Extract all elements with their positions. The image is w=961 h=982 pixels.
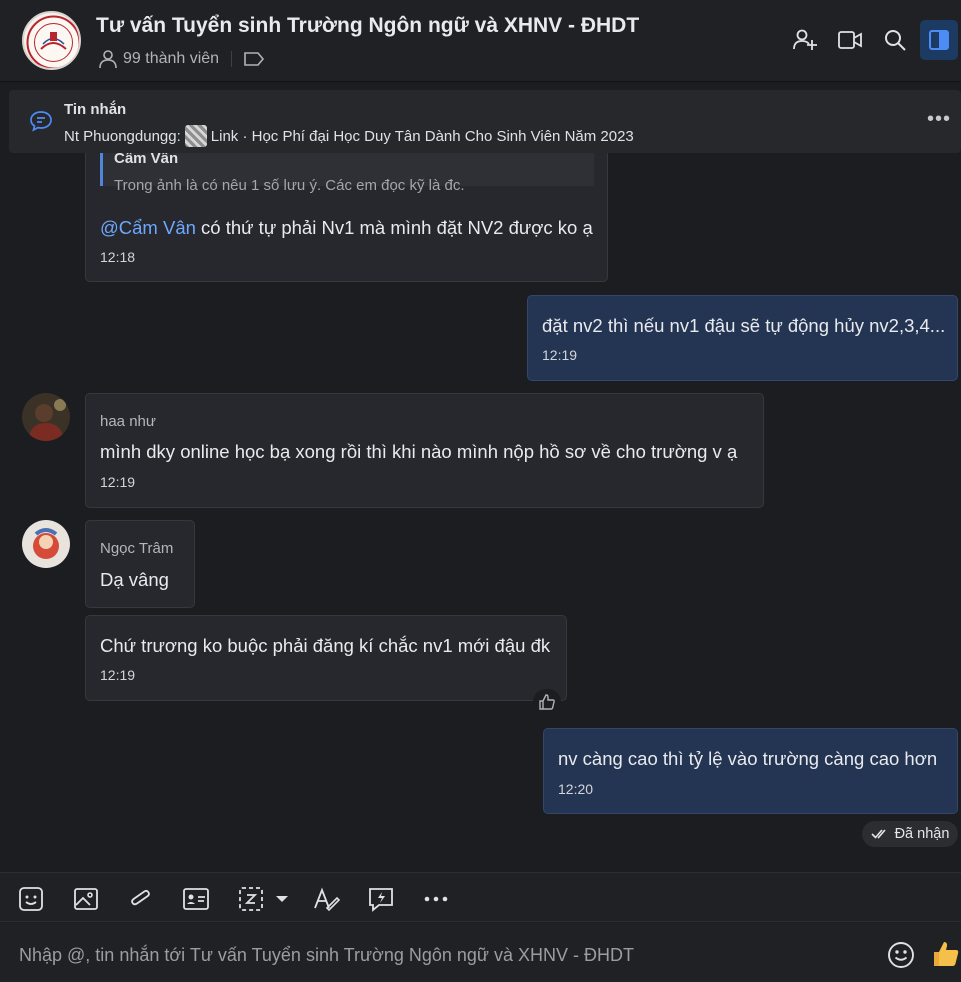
video-call-icon[interactable] (832, 22, 868, 58)
contact-card-icon[interactable] (182, 885, 210, 913)
sidebar-toggle-icon[interactable] (920, 20, 958, 60)
quote-text: Trong ảnh là có nêu 1 số lưu ý. Các em đ… (114, 177, 465, 194)
delivery-status-label: Đã nhận (894, 826, 950, 842)
chevron-down-icon[interactable] (268, 885, 296, 913)
quick-message-icon[interactable] (367, 885, 395, 913)
message-text: @Cẩm Vân có thứ tự phải Nv1 mà mình đặt … (100, 217, 593, 238)
message-text: Dạ vâng (100, 569, 169, 590)
thumbs-up-icon[interactable] (931, 939, 961, 969)
pinned-text: Link · Học Phí đại Học Duy Tân Dành Cho … (210, 127, 634, 145)
message-text: mình dky online học bạ xong rồi thì khi … (100, 441, 738, 462)
message-time: 12:19 (100, 474, 136, 490)
message-composer[interactable]: Nhập @, tin nhắn tới Tư vấn Tuyển sinh T… (0, 923, 961, 982)
search-icon[interactable] (877, 22, 913, 58)
add-member-icon[interactable] (787, 22, 823, 58)
message-input[interactable]: Nhập @, tin nhắn tới Tư vấn Tuyển sinh T… (19, 945, 634, 966)
pinned-preview: Nt Phuongdungg: Link · Học Phí đại Học D… (64, 125, 634, 147)
avatar[interactable] (22, 520, 70, 568)
message-bubble-own[interactable]: nv càng cao thì tỷ lệ vào trường càng ca… (543, 728, 958, 814)
member-count[interactable]: 99 thành viên (98, 47, 265, 71)
group-title: Tư vấn Tuyển sinh Trường Ngôn ngữ và XHN… (96, 14, 640, 37)
mention[interactable]: @Cẩm Vân (100, 217, 196, 238)
emoji-sticker-icon[interactable] (17, 885, 45, 913)
tag-icon[interactable] (243, 51, 265, 67)
message-text: nv càng cao thì tỷ lệ vào trường càng ca… (558, 748, 938, 769)
thumbs-up-icon (538, 693, 556, 711)
reaction-button[interactable] (533, 689, 561, 715)
sender-name[interactable]: Ngọc Trâm (100, 540, 173, 557)
message-time: 12:18 (100, 249, 136, 265)
member-count-label: 99 thành viên (123, 50, 220, 67)
composer-toolbar (0, 872, 961, 922)
delivery-status: Đã nhận (862, 821, 958, 847)
message-time: 12:19 (542, 347, 578, 363)
chat-header: Tư vấn Tuyển sinh Trường Ngôn ngữ và XHN… (0, 0, 961, 82)
double-check-icon (871, 828, 889, 840)
message-bubble[interactable]: haa như mình dky online học bạ xong rồi … (85, 393, 764, 508)
sender-name[interactable]: haa như (100, 413, 156, 430)
image-icon[interactable] (72, 885, 100, 913)
link-thumbnail (184, 125, 207, 147)
message-bubble-own[interactable]: đặt nv2 thì nếu nv1 đậu sẽ tự động hủy n… (527, 295, 958, 381)
pinned-message-icon (29, 109, 53, 133)
pinned-title: Tin nhắn (64, 101, 127, 118)
emoji-icon[interactable] (887, 941, 915, 969)
pinned-sender: Nt Phuongdungg: (64, 127, 181, 145)
format-text-icon[interactable] (312, 885, 340, 913)
more-options-icon[interactable] (422, 885, 450, 913)
message-text: đặt nv2 thì nếu nv1 đậu sẽ tự động hủy n… (542, 315, 946, 336)
avatar[interactable] (22, 393, 70, 441)
message-text: Chứ trương ko buộc phải đăng kí chắc nv1… (100, 635, 551, 656)
divider (231, 51, 233, 67)
message-time: 12:19 (100, 667, 136, 683)
message-bubble[interactable]: Ngọc Trâm Dạ vâng (85, 520, 195, 608)
more-icon[interactable]: ••• (927, 108, 951, 131)
attachment-icon[interactable] (127, 885, 155, 913)
group-avatar[interactable] (22, 11, 81, 70)
screenshot-icon[interactable] (237, 885, 265, 913)
message-time: 12:20 (558, 781, 594, 797)
message-bubble[interactable]: Chứ trương ko buộc phải đăng kí chắc nv1… (85, 615, 567, 701)
members-icon (98, 49, 118, 69)
pinned-message[interactable]: Tin nhắn Nt Phuongdungg: Link · Học Phí … (9, 90, 961, 153)
